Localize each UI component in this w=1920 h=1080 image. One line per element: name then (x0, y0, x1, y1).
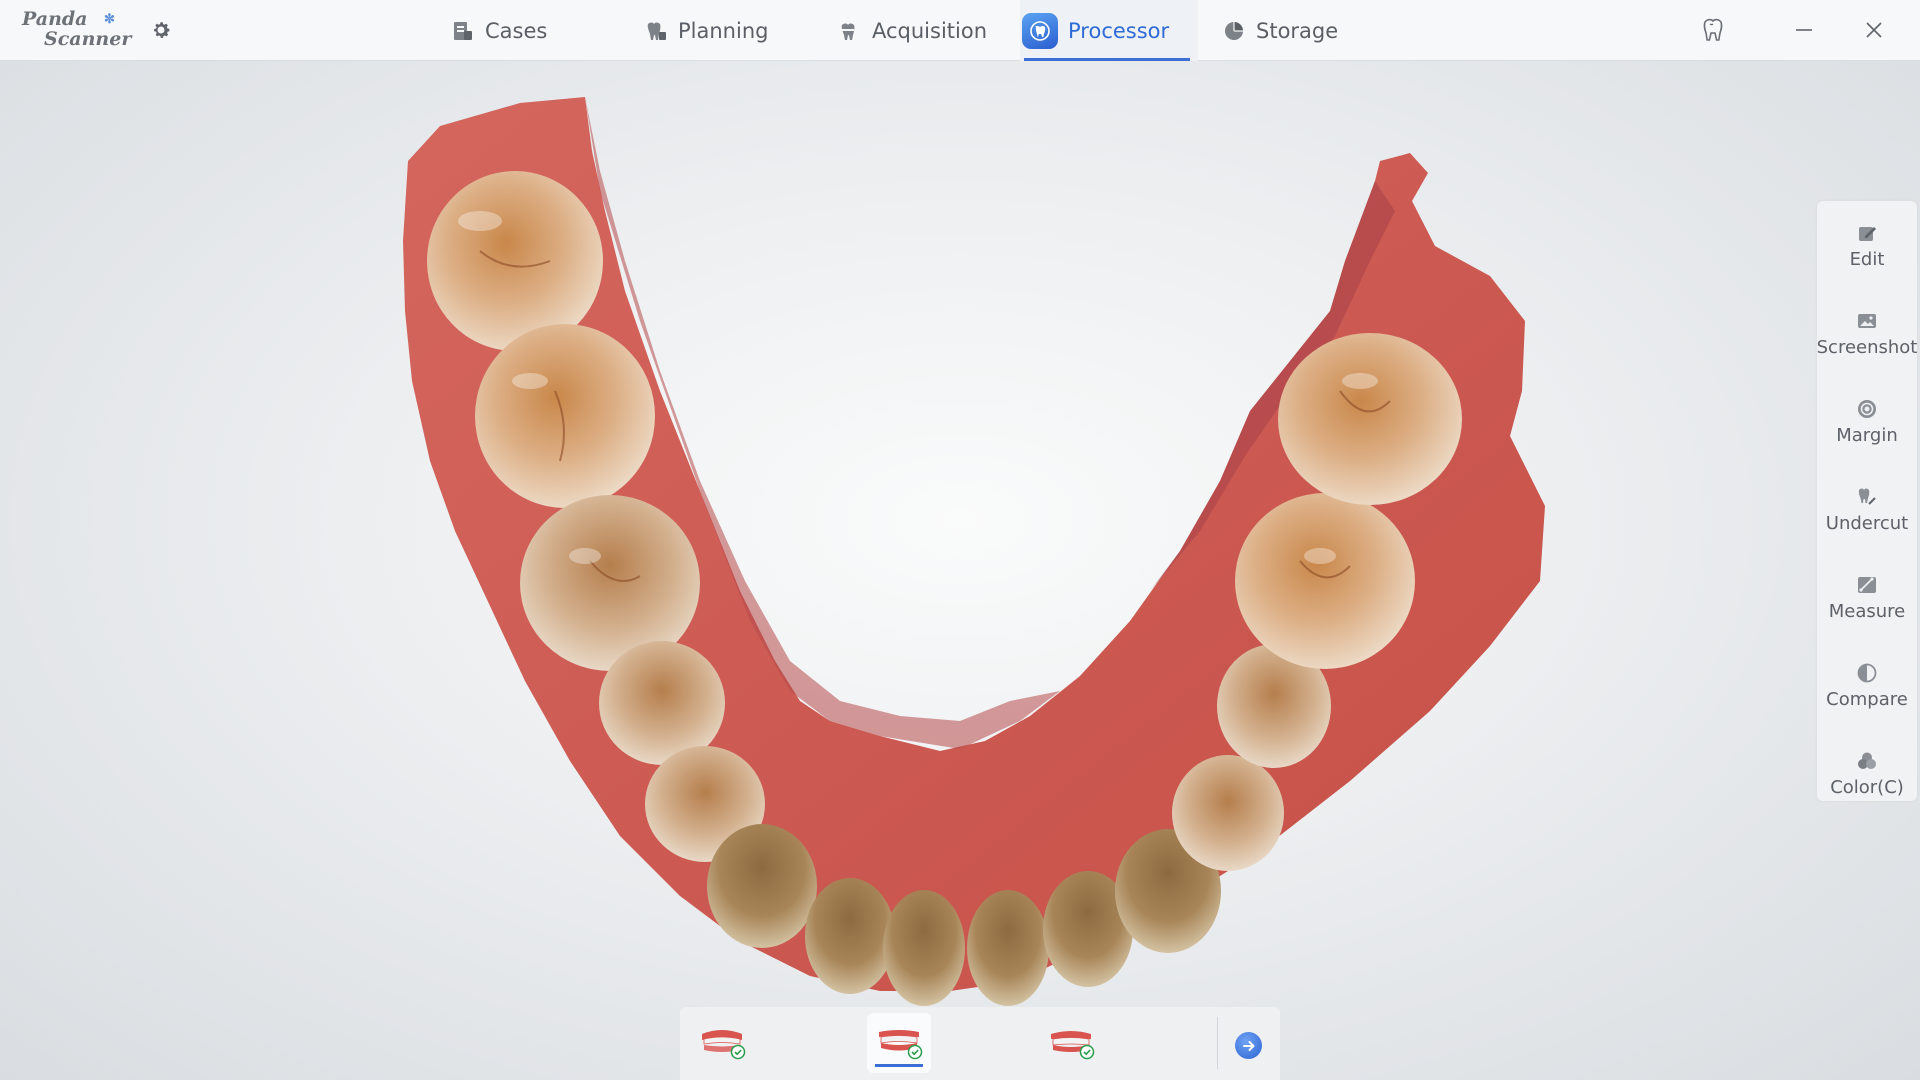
tab-storage[interactable]: Storage (1222, 0, 1338, 61)
tool-compare[interactable]: Compare (1817, 651, 1917, 731)
dental-arch-model[interactable] (0, 61, 1920, 1080)
lower-jaw-button[interactable] (867, 1013, 931, 1073)
tool-label: Undercut (1825, 513, 1909, 534)
measure-icon (1855, 573, 1879, 597)
margin-icon (1855, 397, 1879, 421)
tool-label: Screenshot (1816, 337, 1918, 358)
acquisition-icon (838, 19, 862, 43)
undercut-icon (1855, 485, 1879, 509)
bite-icon (1051, 1031, 1095, 1060)
tab-planning[interactable]: Planning (644, 0, 768, 61)
processor-icon (1022, 12, 1058, 49)
tab-label: Cases (485, 18, 548, 43)
tool-panel: Edit Screenshot Margin Undercut Measure … (1817, 201, 1917, 801)
tool-label: Compare (1826, 689, 1908, 710)
tooth-premolar-r1 (1172, 755, 1284, 871)
tab-label: Storage (1256, 18, 1339, 43)
tool-margin[interactable]: Margin (1817, 387, 1917, 467)
compare-icon (1855, 661, 1879, 685)
tool-color[interactable]: Color(C) (1817, 739, 1917, 819)
active-jaw-indicator (875, 1064, 923, 1067)
tab-processor[interactable]: Processor (1020, 0, 1198, 61)
tooth-icon (1703, 18, 1723, 41)
close-icon (1866, 22, 1882, 38)
color-icon (1855, 749, 1879, 773)
bite-button[interactable] (1039, 1013, 1103, 1073)
tab-acquisition[interactable]: Acquisition (838, 0, 987, 61)
minimize-icon (1796, 29, 1812, 31)
arrow-right-icon (1242, 1040, 1254, 1051)
logo-text-line2: Scanner (44, 28, 132, 50)
tooth-molar-r1 (1235, 493, 1415, 669)
planning-icon (644, 19, 668, 43)
tool-label: Color(C) (1830, 777, 1904, 798)
tab-label: Acquisition (872, 18, 988, 43)
tool-label: Margin (1836, 425, 1898, 446)
tooth-incisor-l2 (805, 878, 895, 994)
paw-icon: ✼ (104, 12, 115, 27)
tooth-incisor-l1 (883, 890, 965, 1006)
settings-gear-button[interactable] (148, 17, 174, 43)
close-button[interactable] (1856, 12, 1892, 48)
tooth-molar-l3 (427, 171, 603, 351)
3d-viewport[interactable] (0, 61, 1920, 1080)
storage-icon (1222, 19, 1246, 43)
next-step-button[interactable] (1235, 1032, 1262, 1059)
tab-label: Planning (678, 18, 769, 43)
tooth-canine-l (707, 824, 817, 948)
cases-icon (451, 19, 475, 43)
tool-label: Measure (1828, 601, 1906, 622)
logo-text-line1: Panda (22, 8, 88, 30)
tool-edit[interactable]: Edit (1817, 211, 1917, 291)
tool-measure[interactable]: Measure (1817, 563, 1917, 643)
tab-cases[interactable]: Cases (451, 0, 547, 61)
tool-screenshot[interactable]: Screenshot (1817, 299, 1917, 379)
jaw-selector-bar (680, 1007, 1280, 1080)
upper-jaw-icon (702, 1030, 746, 1060)
screenshot-icon (1855, 309, 1879, 333)
gear-icon (154, 22, 170, 38)
edit-icon (1855, 221, 1879, 245)
tooth-button[interactable] (1695, 12, 1731, 48)
tooth-molar-r2 (1278, 333, 1462, 505)
app-logo: Panda ✼ Scanner (18, 8, 132, 54)
tooth-incisor-r1 (967, 890, 1049, 1006)
lower-jaw-icon (879, 1030, 923, 1060)
tooth-molar-l2 (475, 324, 655, 508)
tab-label: Processor (1068, 18, 1170, 43)
minimize-button[interactable] (1786, 12, 1822, 48)
upper-jaw-button[interactable] (690, 1013, 754, 1073)
title-bar: Panda ✼ Scanner Cases Planning Acquisiti… (0, 0, 1920, 61)
divider (1217, 1017, 1218, 1069)
tool-label: Edit (1849, 249, 1885, 270)
tool-undercut[interactable]: Undercut (1817, 475, 1917, 555)
